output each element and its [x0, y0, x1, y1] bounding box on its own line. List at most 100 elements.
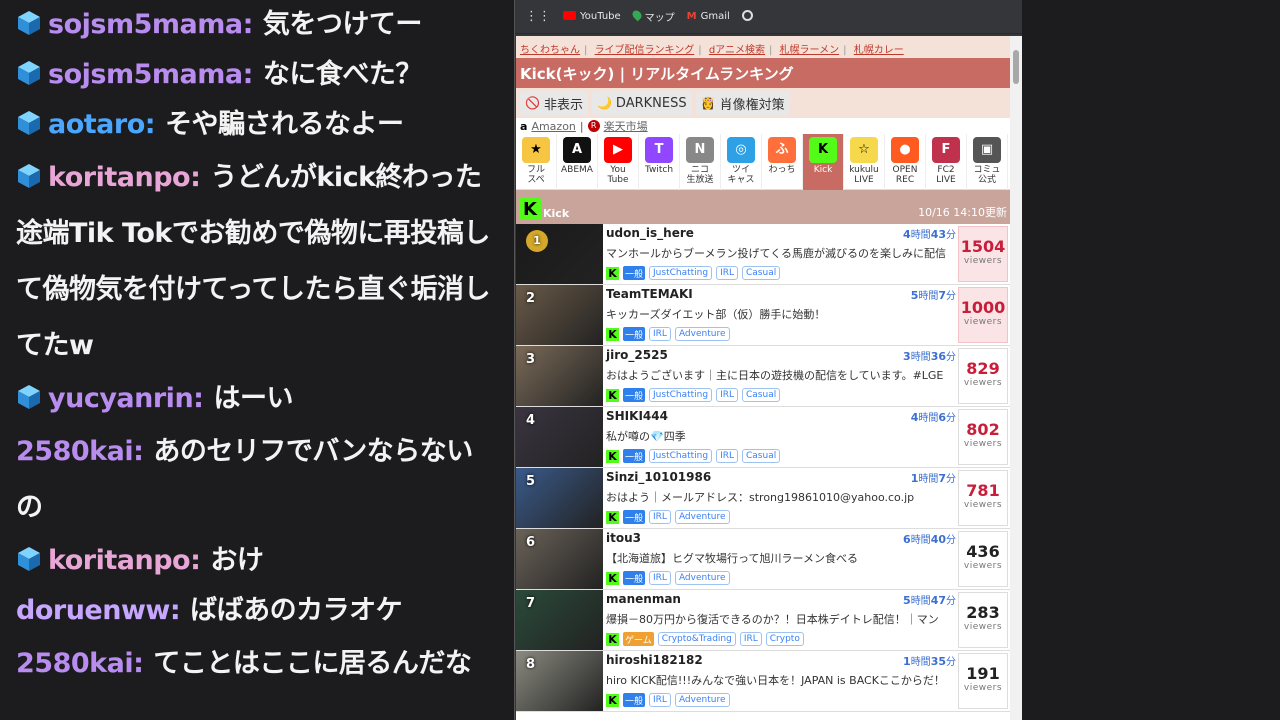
tag-adventure[interactable]: Adventure	[674, 327, 730, 341]
top-link[interactable]: 札幌カレー	[854, 45, 904, 56]
globe-icon	[741, 9, 753, 24]
tag-casual[interactable]: Casual	[742, 266, 781, 280]
viewer-label: viewers	[963, 500, 1003, 510]
stream-row[interactable]: 2 TeamTEMAKI 5時間7分 キッカーズダイエット部（仮）勝手に始動！ K 一般 I…	[516, 285, 1010, 346]
stream-row[interactable]: 4 SHIKI444 4時間6分 私が噂の💎四季 K 一般 JustChatting IRL C…	[516, 407, 1010, 468]
stream-thumbnail[interactable]: 7	[516, 590, 603, 650]
chat-username[interactable]: koritanpo:	[48, 162, 201, 193]
viewer-label: viewers	[963, 622, 1003, 632]
stream-thumbnail[interactable]: 4	[516, 407, 603, 467]
stream-row[interactable]: 1 udon_is_here 4時間43分 マンホールからブーメラン投げてくる馬鹿が滅…	[516, 224, 1010, 285]
stream-username[interactable]: SHIKI444	[606, 409, 956, 425]
top-link[interactable]: 札幌ラーメン	[780, 45, 840, 56]
stream-thumbnail[interactable]: 1	[516, 224, 603, 284]
bookmark-マップ[interactable]: マップ	[630, 8, 675, 24]
platform-label: ニコ 生放送	[686, 165, 714, 185]
stream-list: 1 udon_is_here 4時間43分 マンホールからブーメラン投げてくる馬鹿が滅…	[516, 224, 1010, 712]
bookmarks-bar: ⋮⋮ YouTube マップ M Gmail	[515, 0, 1022, 34]
top-link[interactable]: ライブ配信ランキング	[595, 45, 695, 56]
platform-tab[interactable]: ★ フル スペ	[516, 134, 557, 190]
section-header: K Kick 10/16 14:10更新	[516, 190, 1010, 224]
tag-adventure[interactable]: Adventure	[674, 693, 730, 707]
scrollbar-thumb[interactable]	[1013, 50, 1019, 84]
tag-adventure[interactable]: Adventure	[674, 571, 730, 585]
stream-thumbnail[interactable]: 2	[516, 285, 603, 345]
tag-adventure[interactable]: Adventure	[674, 510, 730, 524]
platform-tab[interactable]: T Twitch	[639, 134, 680, 190]
viewer-count-box: 1000 viewers	[958, 287, 1008, 343]
platform-tab[interactable]: ▣ コミュ 公式	[967, 134, 1008, 190]
stream-description: おはよう｜メールアドレス：strong19861010@yahoo.co.jp	[606, 491, 915, 504]
rank-number: 4	[526, 413, 536, 428]
bookmark-label: YouTube	[580, 11, 621, 22]
tag-casual[interactable]: Casual	[742, 388, 781, 402]
platform-tab[interactable]: ☆ kukulu LIVE	[844, 134, 885, 190]
tag-justchatting[interactable]: JustChatting	[649, 266, 713, 280]
platform-tab[interactable]: ● OPEN REC	[885, 134, 926, 190]
tag-irl[interactable]: IRL	[739, 632, 762, 646]
stream-tags: K 一般 IRL Adventure	[606, 693, 956, 707]
tag-cryptotrading[interactable]: Crypto&Trading	[657, 632, 736, 646]
kick-mini-icon: K	[606, 693, 619, 707]
chat-message: 2580kai: あのセリフでバンならないの	[16, 424, 498, 536]
chat-username[interactable]: koritanpo:	[48, 545, 201, 576]
platform-label: わっち	[768, 165, 796, 175]
tag-crypto[interactable]: Crypto	[765, 632, 804, 646]
tag-irl[interactable]: IRL	[649, 571, 671, 585]
stream-row[interactable]: 8 hiroshi182182 1時間35分 hiro KICK配信!!!みんなで強い…	[516, 651, 1010, 712]
toggle-portrait[interactable]: 👸 肖像権対策	[695, 91, 790, 115]
bookmark-site[interactable]	[741, 9, 753, 24]
bookmark-Gmail[interactable]: M Gmail	[687, 11, 730, 22]
platform-tab[interactable]: F FC2 LIVE	[926, 134, 967, 190]
chat-username[interactable]: 2580kai:	[16, 648, 144, 679]
tag-irl[interactable]: IRL	[716, 266, 738, 280]
tag-justchatting[interactable]: JustChatting	[649, 449, 713, 463]
chat-username[interactable]: yucyanrin:	[48, 383, 204, 414]
chat-username[interactable]: sojsm5mama:	[48, 59, 253, 90]
stream-thumbnail[interactable]: 3	[516, 346, 603, 406]
tag-irl[interactable]: IRL	[649, 693, 671, 707]
chat-message: doruenww: ばばあのカラオケ	[16, 586, 498, 636]
rakuten-link[interactable]: 楽天市場	[604, 118, 648, 134]
stream-row[interactable]: 6 itou3 6時間40分 【北海道旅】ヒグマ牧場行って旭川ラーメン食べる K 一般 IR…	[516, 529, 1010, 590]
viewer-count: 781	[966, 481, 1000, 500]
platform-tab[interactable]: ▶ You Tube	[598, 134, 639, 190]
toggle-moon[interactable]: 🌙 DARKNESS	[591, 91, 692, 115]
platform-tab[interactable]: ふわっち	[762, 134, 803, 190]
stream-row[interactable]: 7 manenman 5時間47分 爆損－80万円から復活できるのか？！日本株デイトレ…	[516, 590, 1010, 651]
top-link[interactable]: ちくわちゃん	[520, 45, 580, 56]
apps-grid-icon[interactable]: ⋮⋮	[525, 9, 551, 24]
amazon-link[interactable]: Amazon	[531, 120, 575, 133]
tag-justchatting[interactable]: JustChatting	[649, 388, 713, 402]
platform-tab[interactable]: A ABEMA	[557, 134, 598, 190]
stream-username[interactable]: Sinzi_10101986	[606, 470, 956, 486]
platform-tab[interactable]: K Kick	[803, 134, 844, 190]
platform-label: FC2 LIVE	[936, 165, 956, 185]
stream-row[interactable]: 5 Sinzi_10101986 1時間7分 おはよう｜メールアドレス：strong1…	[516, 468, 1010, 529]
stream-username[interactable]: TeamTEMAKI	[606, 287, 956, 303]
platform-tab[interactable]: N ニコ 生放送	[680, 134, 721, 190]
stream-tags: K 一般 IRL Adventure	[606, 571, 956, 585]
platform-icon: F	[932, 137, 960, 163]
stream-thumbnail[interactable]: 8	[516, 651, 603, 711]
chat-username[interactable]: aotaro:	[48, 109, 156, 140]
stream-duration: 1時間35分	[903, 653, 956, 668]
top-link[interactable]: dアニメ検索	[709, 45, 765, 56]
tag-casual[interactable]: Casual	[742, 449, 781, 463]
chat-username[interactable]: 2580kai:	[16, 436, 144, 467]
scrollbar[interactable]	[1010, 36, 1022, 720]
toggle-no-entry[interactable]: 🚫 非表示	[520, 91, 588, 115]
chat-username[interactable]: doruenww:	[16, 595, 181, 626]
tag-irl[interactable]: IRL	[649, 327, 671, 341]
chat-message: yucyanrin: はーい	[16, 374, 498, 424]
platform-tab[interactable]: ◎ ツイ キャス	[721, 134, 762, 190]
bookmark-YouTube[interactable]: YouTube	[563, 10, 621, 23]
tag-irl[interactable]: IRL	[716, 449, 738, 463]
viewer-label: viewers	[963, 683, 1003, 693]
tag-irl[interactable]: IRL	[716, 388, 738, 402]
chat-username[interactable]: sojsm5mama:	[48, 9, 253, 40]
stream-thumbnail[interactable]: 5	[516, 468, 603, 528]
stream-row[interactable]: 3 jiro_2525 3時間36分 おはようございます｜主に日本の遊技機の配信をして…	[516, 346, 1010, 407]
tag-irl[interactable]: IRL	[649, 510, 671, 524]
stream-thumbnail[interactable]: 6	[516, 529, 603, 589]
